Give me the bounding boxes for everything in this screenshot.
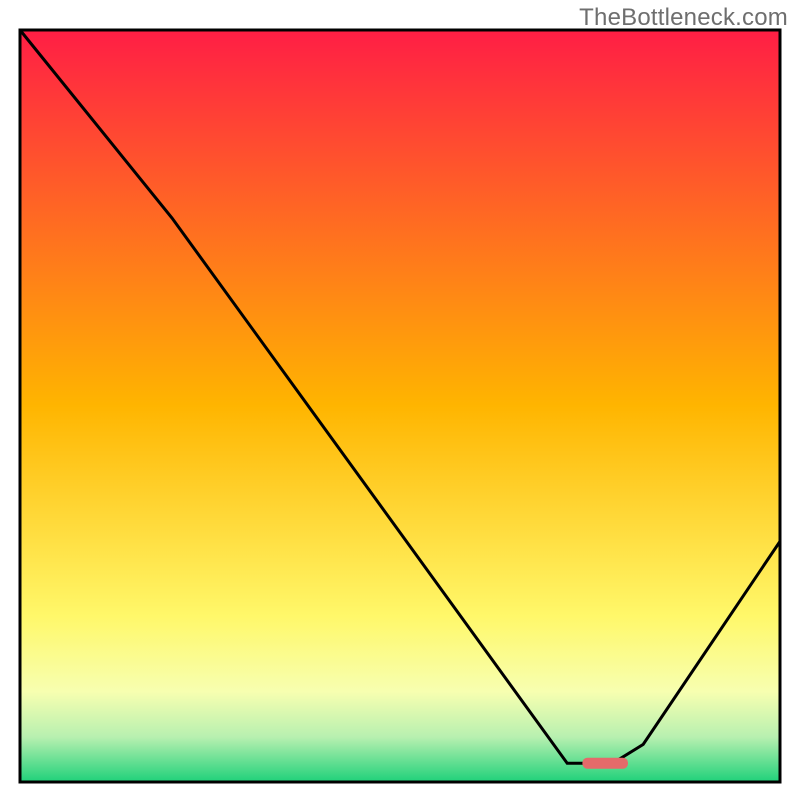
bottleneck-chart: TheBottleneck.com — [0, 0, 800, 800]
watermark-label: TheBottleneck.com — [579, 4, 788, 32]
plot-background — [20, 30, 780, 782]
chart-svg — [0, 0, 800, 800]
optimal-range-marker — [582, 758, 628, 769]
